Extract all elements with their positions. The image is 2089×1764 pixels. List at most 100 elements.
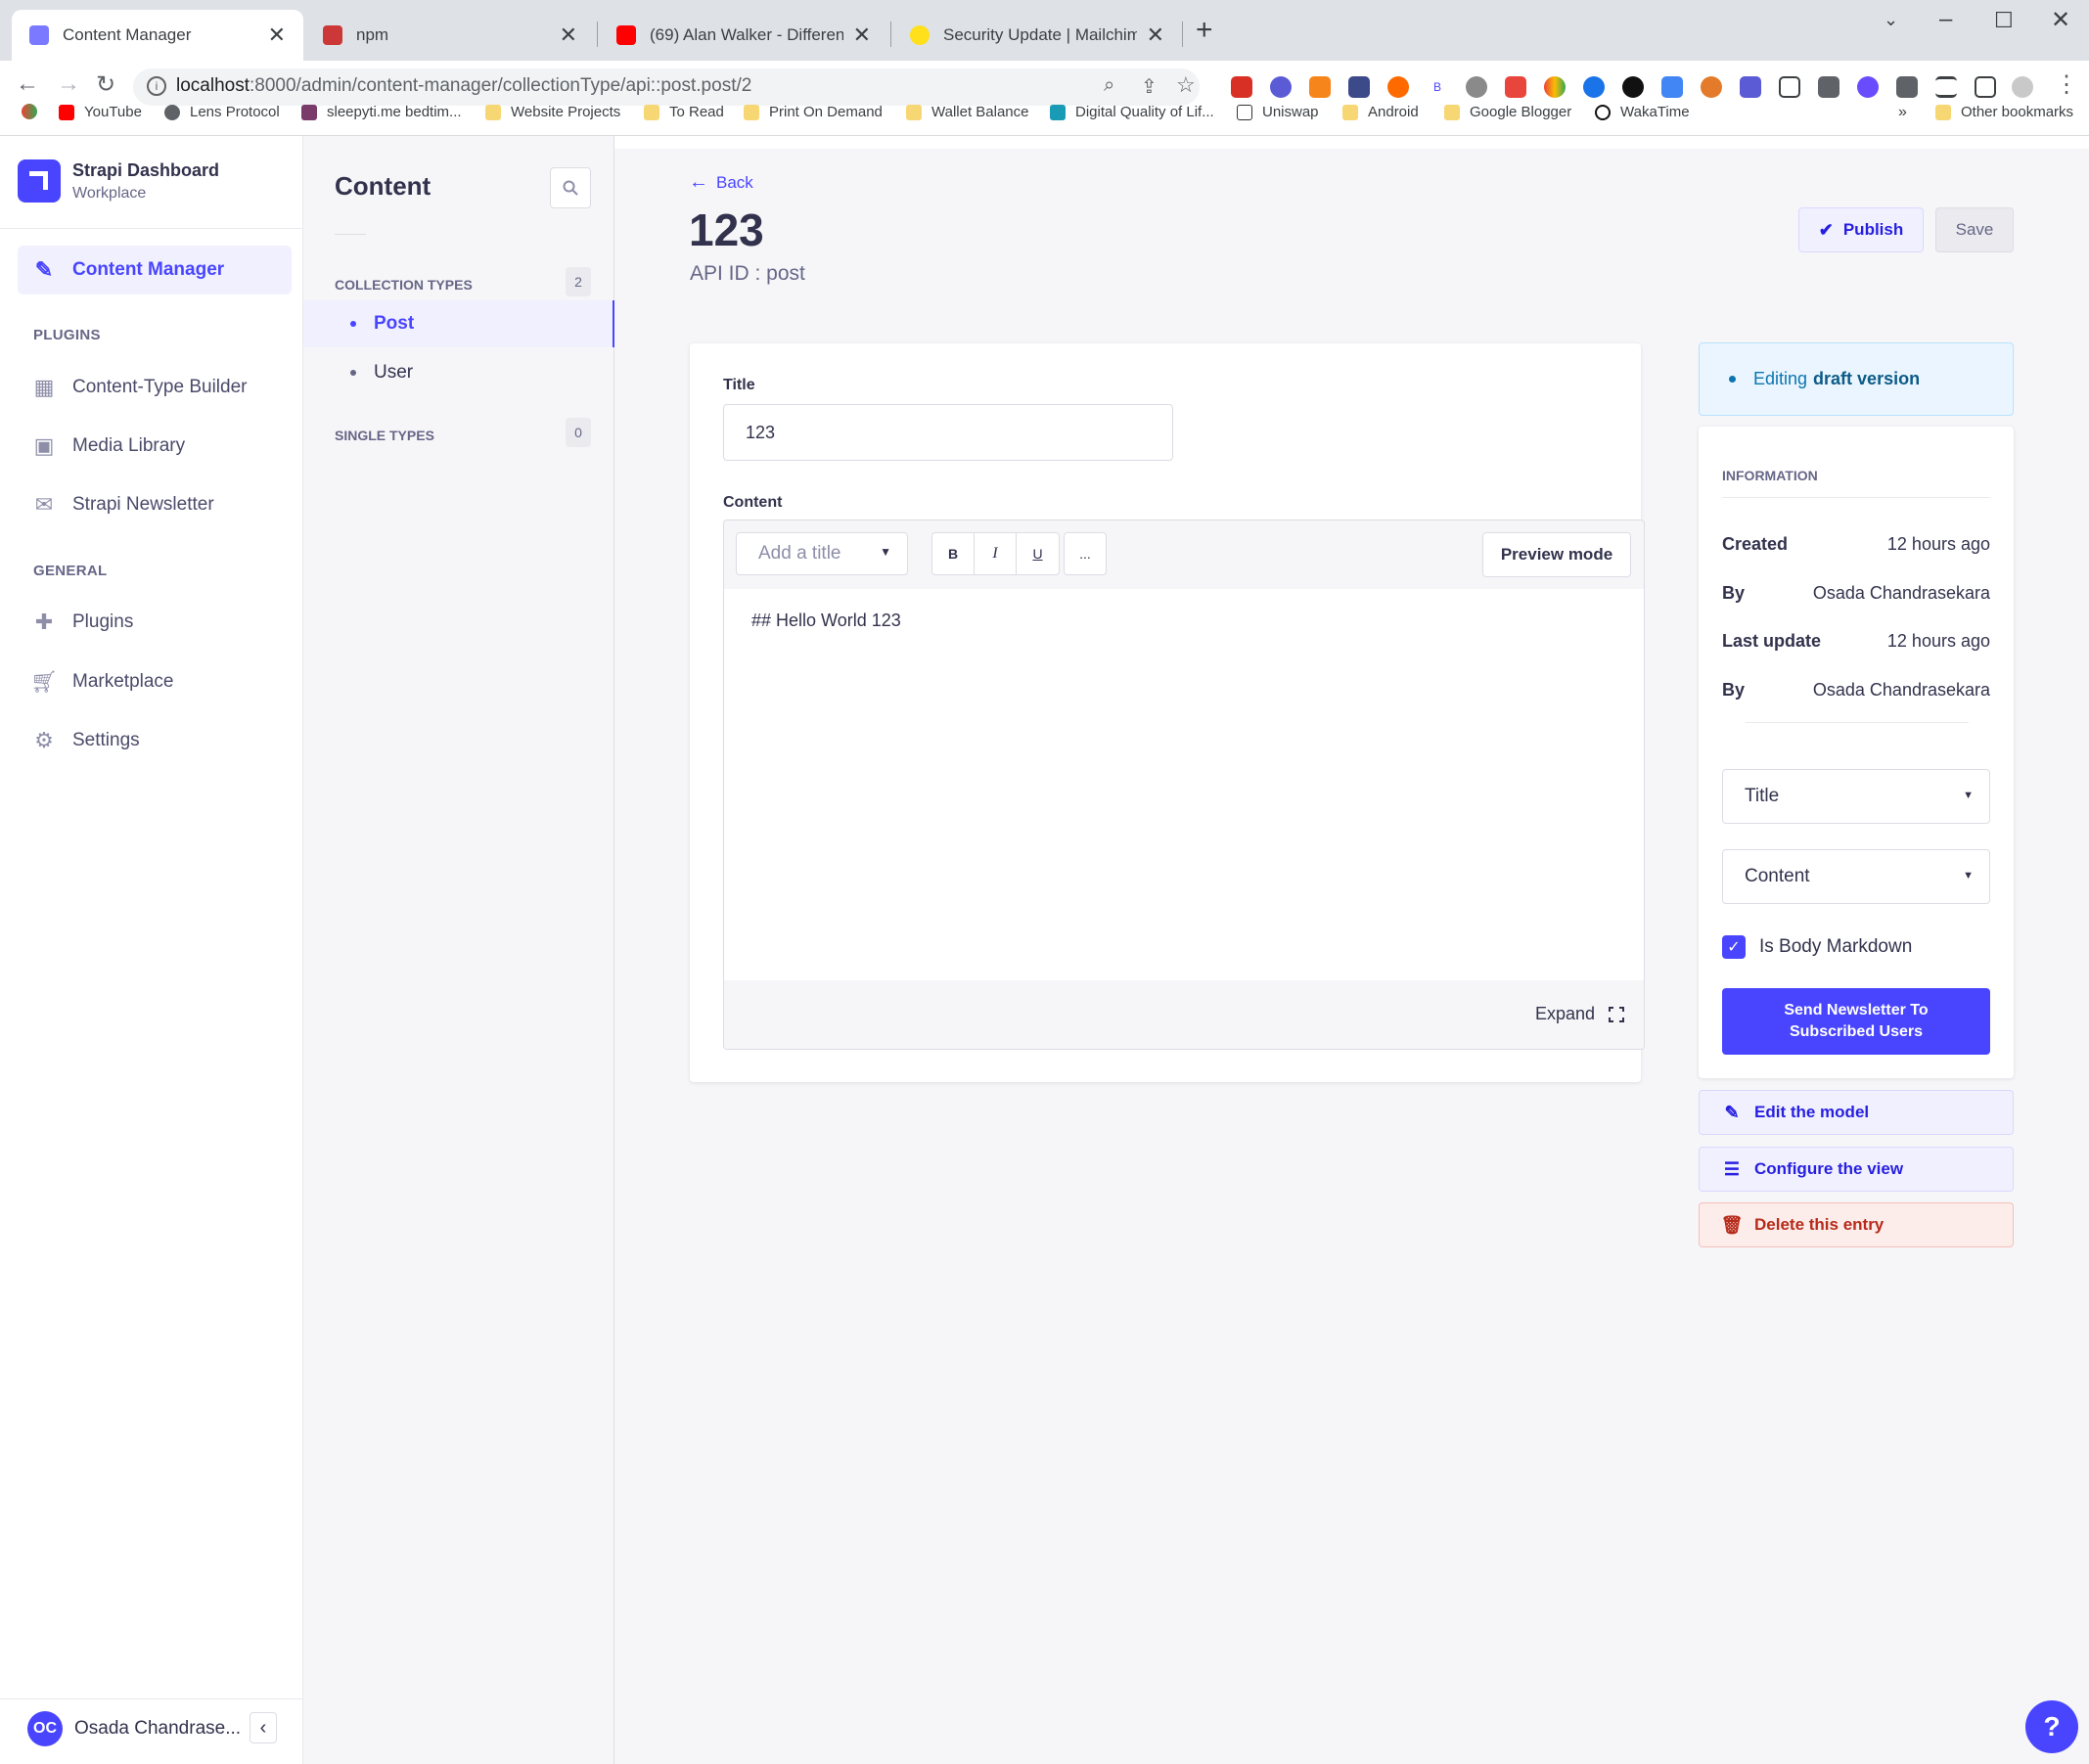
bookmark-to-read[interactable]: To Read <box>644 104 724 120</box>
user-menu[interactable]: OC Osada Chandrase... <box>27 1711 241 1746</box>
browser-tab-content-manager[interactable]: Content Manager ✕ <box>12 10 303 61</box>
puzzle-icon[interactable] <box>1896 76 1918 98</box>
nav-marketplace[interactable]: 🛒︎ Marketplace <box>18 657 292 706</box>
back-link[interactable]: ← Back <box>689 171 753 194</box>
bookmark-star-icon[interactable]: ☆ <box>1176 72 1196 98</box>
extension-icon[interactable] <box>1583 76 1605 98</box>
screenshot-icon[interactable] <box>1779 76 1800 98</box>
bookmark-youtube[interactable]: YouTube <box>59 104 142 120</box>
search-button[interactable] <box>550 167 591 208</box>
browser-tab-mailchimp[interactable]: Security Update | Mailchimp ✕ <box>892 10 1182 61</box>
extension-icon[interactable] <box>1544 76 1566 98</box>
nav-label: Plugins <box>72 611 134 632</box>
bookmark-label: Digital Quality of Lif... <box>1075 104 1214 120</box>
other-bookmarks[interactable]: Other bookmarks <box>1935 104 2073 120</box>
extension-icon[interactable] <box>1661 76 1683 98</box>
extension-icon[interactable] <box>1818 76 1839 98</box>
bookmark-digital-quality[interactable]: Digital Quality of Lif... <box>1050 104 1214 120</box>
more-bookmarks-button[interactable]: » <box>1898 104 1907 121</box>
bookmark-label: Android <box>1368 104 1419 120</box>
send-newsletter-button[interactable]: Send Newsletter To Subscribed Users <box>1722 988 1990 1055</box>
delete-entry-button[interactable]: 🗑︎ Delete this entry <box>1699 1202 2014 1247</box>
collection-count-badge: 2 <box>566 267 591 296</box>
newsletter-title-select[interactable]: Title ▼ <box>1722 769 1990 824</box>
bookmark-wakatime[interactable]: WakaTime <box>1595 104 1690 120</box>
close-tab-icon[interactable]: ✕ <box>1147 23 1164 48</box>
subnav-item-label: User <box>374 362 414 383</box>
bookmark-uniswap[interactable]: Uniswap <box>1237 104 1319 120</box>
bookmark-apps[interactable] <box>22 104 47 119</box>
new-tab-icon[interactable]: + <box>1196 14 1213 47</box>
bookmark-label: Other bookmarks <box>1961 104 2074 120</box>
metamask-icon[interactable] <box>1309 76 1331 98</box>
bookmark-lens-protocol[interactable]: Lens Protocol <box>164 104 280 120</box>
chevron-left-icon: ‹ <box>259 1716 267 1739</box>
extension-icon[interactable] <box>1387 76 1409 98</box>
close-window-icon[interactable]: ✕ <box>2051 6 2070 34</box>
configure-view-button[interactable]: ☰ Configure the view <box>1699 1147 2014 1192</box>
underline-button[interactable]: U <box>1017 533 1059 574</box>
subnav-item-user[interactable]: User <box>303 349 614 396</box>
nav-plugins[interactable]: ✚ Plugins <box>18 598 292 647</box>
expand-button[interactable]: Expand <box>1535 1004 1624 1024</box>
extension-icon[interactable]: B <box>1427 76 1448 98</box>
maximize-icon[interactable]: ☐ <box>1994 8 2014 33</box>
zoom-icon[interactable]: ⌕ <box>1104 74 1114 97</box>
publish-button[interactable]: ✔ Publish <box>1798 207 1924 252</box>
markdown-checkbox-row[interactable]: ✓ Is Body Markdown <box>1722 935 1912 959</box>
markdown-checkbox[interactable]: ✓ <box>1722 935 1746 959</box>
forward-arrow-icon[interactable]: → <box>57 70 80 98</box>
heading-select[interactable]: Add a title ▼ <box>736 532 908 575</box>
bookmark-website-projects[interactable]: Website Projects <box>485 104 620 120</box>
subnav-item-label: Post <box>374 313 415 334</box>
bold-button[interactable]: B <box>932 533 975 574</box>
unicorn-icon <box>1237 104 1252 120</box>
browser-tab-youtube[interactable]: (69) Alan Walker - Different Worl ✕ <box>599 10 888 61</box>
site-info-icon[interactable]: i <box>147 76 166 96</box>
minimize-icon[interactable]: – <box>1939 6 1952 33</box>
back-arrow-icon[interactable]: ← <box>16 70 39 98</box>
single-types-heading[interactable]: SINGLE TYPES <box>335 428 434 443</box>
help-button[interactable]: ? <box>2025 1700 2078 1753</box>
extension-icon[interactable] <box>1740 76 1761 98</box>
newsletter-content-select[interactable]: Content ▼ <box>1722 849 1990 904</box>
bookmark-wallet-balance[interactable]: Wallet Balance <box>906 104 1029 120</box>
extension-icon[interactable] <box>1231 76 1252 98</box>
subnav-item-post[interactable]: Post <box>303 300 614 347</box>
edit-model-button[interactable]: ✎ Edit the model <box>1699 1090 2014 1135</box>
close-tab-icon[interactable]: ✕ <box>853 23 871 48</box>
side-panel-icon[interactable] <box>1975 76 1996 98</box>
bookmark-sleepytime[interactable]: sleepyti.me bedtim... <box>301 104 462 120</box>
bug-icon[interactable] <box>1466 76 1487 98</box>
editor-textarea[interactable]: ## Hello World 123 <box>724 589 1644 980</box>
tab-search-icon[interactable]: ⌄ <box>1884 10 1898 30</box>
extension-icon[interactable] <box>1701 76 1722 98</box>
nav-content-type-builder[interactable]: ▦ Content-Type Builder <box>18 363 292 412</box>
collapse-nav-button[interactable]: ‹ <box>250 1712 277 1743</box>
profile-avatar-icon[interactable] <box>2012 76 2033 98</box>
nav-content-manager[interactable]: ✎ Content Manager <box>18 246 292 294</box>
more-options-button[interactable]: ... <box>1064 532 1107 575</box>
reload-icon[interactable]: ↻ <box>96 70 115 99</box>
extension-icon[interactable] <box>1857 76 1879 98</box>
close-tab-icon[interactable]: ✕ <box>560 23 577 48</box>
bookmark-print-on-demand[interactable]: Print On Demand <box>744 104 883 120</box>
extension-icon[interactable] <box>1505 76 1526 98</box>
extension-icon[interactable] <box>1348 76 1370 98</box>
reading-list-icon[interactable] <box>1935 76 1957 98</box>
close-tab-icon[interactable]: ✕ <box>268 23 286 48</box>
bookmark-android[interactable]: Android <box>1342 104 1419 120</box>
extension-icon[interactable] <box>1622 76 1644 98</box>
nav-media-library[interactable]: ▣ Media Library <box>18 422 292 471</box>
preview-mode-button[interactable]: Preview mode <box>1482 532 1631 577</box>
nav-settings[interactable]: ⚙ Settings <box>18 716 292 765</box>
collection-types-heading[interactable]: COLLECTION TYPES <box>335 277 473 293</box>
browser-tab-npm[interactable]: npm ✕ <box>305 10 595 61</box>
bookmark-google-blogger[interactable]: Google Blogger <box>1444 104 1571 120</box>
nav-strapi-newsletter[interactable]: ✉ Strapi Newsletter <box>18 480 292 529</box>
extension-icon[interactable] <box>1270 76 1292 98</box>
title-input[interactable]: 123 <box>723 404 1173 461</box>
save-button[interactable]: Save <box>1935 207 2014 252</box>
italic-button[interactable]: I <box>975 533 1017 574</box>
browser-menu-icon[interactable]: ⋮ <box>2055 70 2078 99</box>
